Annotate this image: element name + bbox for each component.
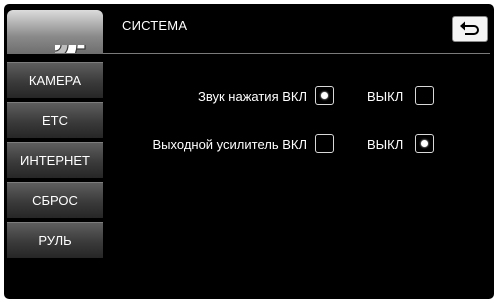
output-amplifier-label: Выходной усилитель ВКЛ [152,137,308,152]
checkbox-dot [421,140,428,147]
key-sound-off-checkbox[interactable] [415,86,434,105]
output-amplifier-off-label: ВЫКЛ [367,137,404,152]
sidebar-item-label: КАМЕРА [28,73,82,88]
sidebar-item-steering-wheel[interactable]: РУЛЬ [7,222,103,258]
header: СИСТЕМА [4,4,494,54]
settings-tab[interactable] [7,10,103,54]
sidebar-item-label: СБРОС [32,193,78,208]
sidebar: КАМЕРА ETC ИНТЕРНЕТ СБРОС РУЛЬ [7,62,103,262]
key-sound-on-checkbox[interactable] [315,86,334,105]
output-amplifier-on-checkbox[interactable] [315,134,334,153]
sidebar-item-label: РУЛЬ [38,233,72,248]
key-sound-label: Звук нажатия ВКЛ [198,89,307,104]
checkbox-dot [321,92,328,99]
key-sound-off-label: ВЫКЛ [367,89,404,104]
page-title: СИСТЕМА [122,18,188,33]
sidebar-item-camera[interactable]: КАМЕРА [7,62,103,98]
header-divider [103,53,490,54]
sidebar-item-label: ETC [42,113,68,128]
sidebar-item-reset[interactable]: СБРОС [7,182,103,218]
back-arrow-icon [460,21,479,35]
back-button[interactable] [452,16,488,42]
sidebar-item-etc[interactable]: ETC [7,102,103,138]
output-amplifier-off-checkbox[interactable] [415,134,434,153]
sidebar-item-internet[interactable]: ИНТЕРНЕТ [7,142,103,178]
system-settings-screen: СИСТЕМА КАМЕРА ETC ИНТЕРНЕТ СБРОС РУЛЬ З… [4,4,494,299]
gear-icon [55,45,86,53]
sidebar-item-label: ИНТЕРНЕТ [19,153,90,168]
